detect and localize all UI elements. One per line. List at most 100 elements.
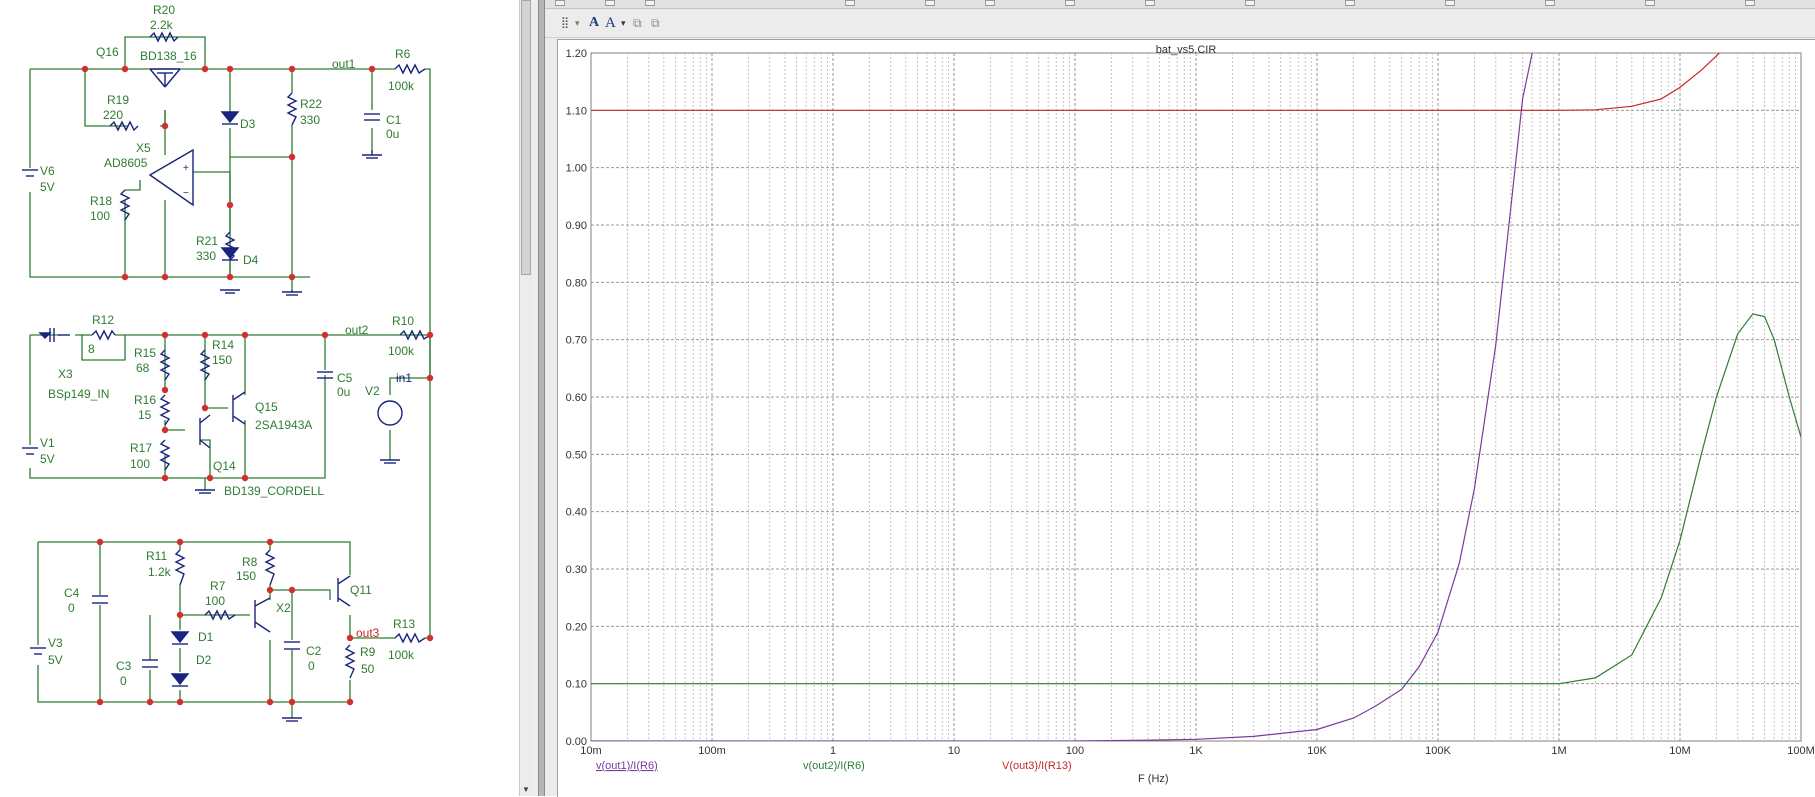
R6-value: 100k [388, 79, 415, 93]
V2-ref: V2 [365, 384, 380, 398]
schematic-editor[interactable]: + − R20 2.2k Q16 BD138_16 R19 220 X5 AD8… [0, 0, 533, 796]
R13-value: 100k [388, 648, 415, 662]
dropdown-arrow-icon[interactable]: ▾ [575, 14, 580, 32]
toolbar-button-icon[interactable] [645, 0, 655, 6]
y-tick-label: 0.70 [566, 335, 587, 347]
R10-ref: R10 [392, 314, 414, 328]
V6-value: 5V [40, 180, 55, 194]
R16-value: 15 [138, 408, 152, 422]
R12-value: 8 [88, 342, 95, 356]
R14-ref: R14 [212, 338, 234, 352]
R20-value: 2.2k [150, 18, 174, 32]
font-icon[interactable]: A [589, 14, 599, 32]
x-tick-label: 100M [1787, 745, 1815, 757]
toolbar-button-icon[interactable] [1645, 0, 1655, 6]
grid-menu-icon[interactable]: ⣿ [561, 14, 569, 32]
D3-ref: D3 [240, 117, 256, 131]
R15-ref: R15 [134, 346, 156, 360]
legend-item-out2[interactable]: v(out2)/I(R6) [803, 760, 865, 772]
paste-icon[interactable]: ⧉ [651, 14, 660, 32]
toolbar-button-icon[interactable] [1445, 0, 1455, 6]
net-out2: out2 [345, 323, 369, 337]
R19-value: 220 [103, 108, 123, 122]
scroll-down-arrow-icon[interactable]: ▼ [522, 785, 530, 794]
toolbar-button-icon[interactable] [1545, 0, 1555, 6]
plot-title: bat_vs5.CIR [1156, 44, 1217, 56]
Q16-model: BD138_16 [140, 49, 197, 63]
R14-value: 150 [212, 353, 232, 367]
svg-text:−: − [183, 188, 189, 199]
R18-value: 100 [90, 209, 110, 223]
scrollbar-thumb[interactable] [521, 0, 531, 275]
C2-ref: C2 [306, 644, 322, 658]
y-tick-label: 0.40 [566, 507, 587, 519]
y-tick-label: 1.00 [566, 163, 587, 175]
schematic-canvas[interactable]: + − R20 2.2k Q16 BD138_16 R19 220 X5 AD8… [0, 0, 520, 796]
R8-value: 150 [236, 569, 256, 583]
C2-value: 0 [308, 659, 315, 673]
schematic-vertical-scrollbar[interactable]: ▼ [519, 0, 533, 796]
V6-ref: V6 [40, 164, 55, 178]
y-tick-label: 0.50 [566, 449, 587, 461]
V3-ref: V3 [48, 636, 63, 650]
R10-value: 100k [388, 344, 415, 358]
schematic-wires [29, 36, 431, 718]
y-tick-labels: 0.000.100.200.300.400.500.600.700.800.90… [566, 48, 587, 748]
toolbar-button-icon[interactable] [845, 0, 855, 6]
net-out3: out3 [356, 626, 380, 640]
copy-icon[interactable]: ⧉ [633, 14, 642, 32]
X5-ref: X5 [136, 141, 151, 155]
C3-value: 0 [120, 674, 127, 688]
R17-ref: R17 [130, 441, 152, 455]
R20-ref: R20 [153, 3, 175, 17]
V1-ref: V1 [40, 436, 55, 450]
legend-item-out1[interactable]: v(out1)/I(R6) [596, 760, 658, 772]
Q11-ref: Q11 [350, 583, 372, 597]
x-tick-label: 10M [1669, 745, 1690, 757]
D2-ref: D2 [196, 653, 212, 667]
toolbar-button-icon[interactable] [985, 0, 995, 6]
R9-value: 50 [361, 662, 375, 676]
x-tick-label: 100 [1066, 745, 1084, 757]
x-tick-label: 1K [1189, 745, 1203, 757]
toolbar-button-icon[interactable] [1745, 0, 1755, 6]
net-out1: out1 [332, 57, 356, 71]
toolbar-button-icon[interactable] [555, 0, 565, 6]
X3-ref: X3 [58, 367, 73, 381]
top-toolbar-strip [545, 0, 1815, 9]
x-tick-label: 100K [1425, 745, 1451, 757]
D1-ref: D1 [198, 630, 214, 644]
plot-area[interactable]: bat_vs5.CIR 0.00 0.10 0.20 0.30 0.40 0.50 0.60… [557, 39, 1815, 797]
y-tick-label: 0.60 [566, 392, 587, 404]
plot-svg[interactable]: bat_vs5.CIR 0.000.100.200.300.400.500.60… [558, 40, 1815, 797]
x-tick-label: 1M [1551, 745, 1566, 757]
format-text-icon[interactable]: A [605, 14, 616, 32]
toolbar-button-icon[interactable] [605, 0, 615, 6]
x-tick-label: 100m [698, 745, 726, 757]
R21-ref: R21 [196, 234, 218, 248]
toolbar-button-icon[interactable] [1345, 0, 1355, 6]
x-tick-label: 10 [948, 745, 960, 757]
R8-ref: R8 [242, 555, 258, 569]
y-tick-label: 0.10 [566, 679, 587, 691]
toolbar-button-icon[interactable] [1145, 0, 1155, 6]
Q15-ref: Q15 [255, 400, 278, 414]
R9-ref: R9 [360, 645, 376, 659]
dropdown-arrow-icon[interactable]: ▾ [621, 14, 626, 32]
Q14-model: BD139_CORDELL [224, 484, 324, 498]
R22-value: 330 [300, 113, 320, 127]
toolbar-button-icon[interactable] [1065, 0, 1075, 6]
plot-grid [590, 52, 1802, 742]
C4-value: 0 [68, 601, 75, 615]
x-tick-label: 1 [830, 745, 836, 757]
legend-item-out3[interactable]: V(out3)/I(R13) [1002, 760, 1072, 772]
toolbar-button-icon[interactable] [925, 0, 935, 6]
toolbar-button-icon[interactable] [1245, 0, 1255, 6]
pane-splitter[interactable] [538, 0, 545, 796]
analysis-plot-window: ⣿ ▾ A A ▾ ⧉ ⧉ bat_vs5.CIR 0.00 0.10 0.20 0.… [545, 0, 1815, 797]
y-tick-label: 0.80 [566, 277, 587, 289]
y-tick-label: 0.90 [566, 220, 587, 232]
R22-ref: R22 [300, 97, 322, 111]
X3-model: BSp149_IN [48, 387, 109, 401]
R15-value: 68 [136, 361, 150, 375]
